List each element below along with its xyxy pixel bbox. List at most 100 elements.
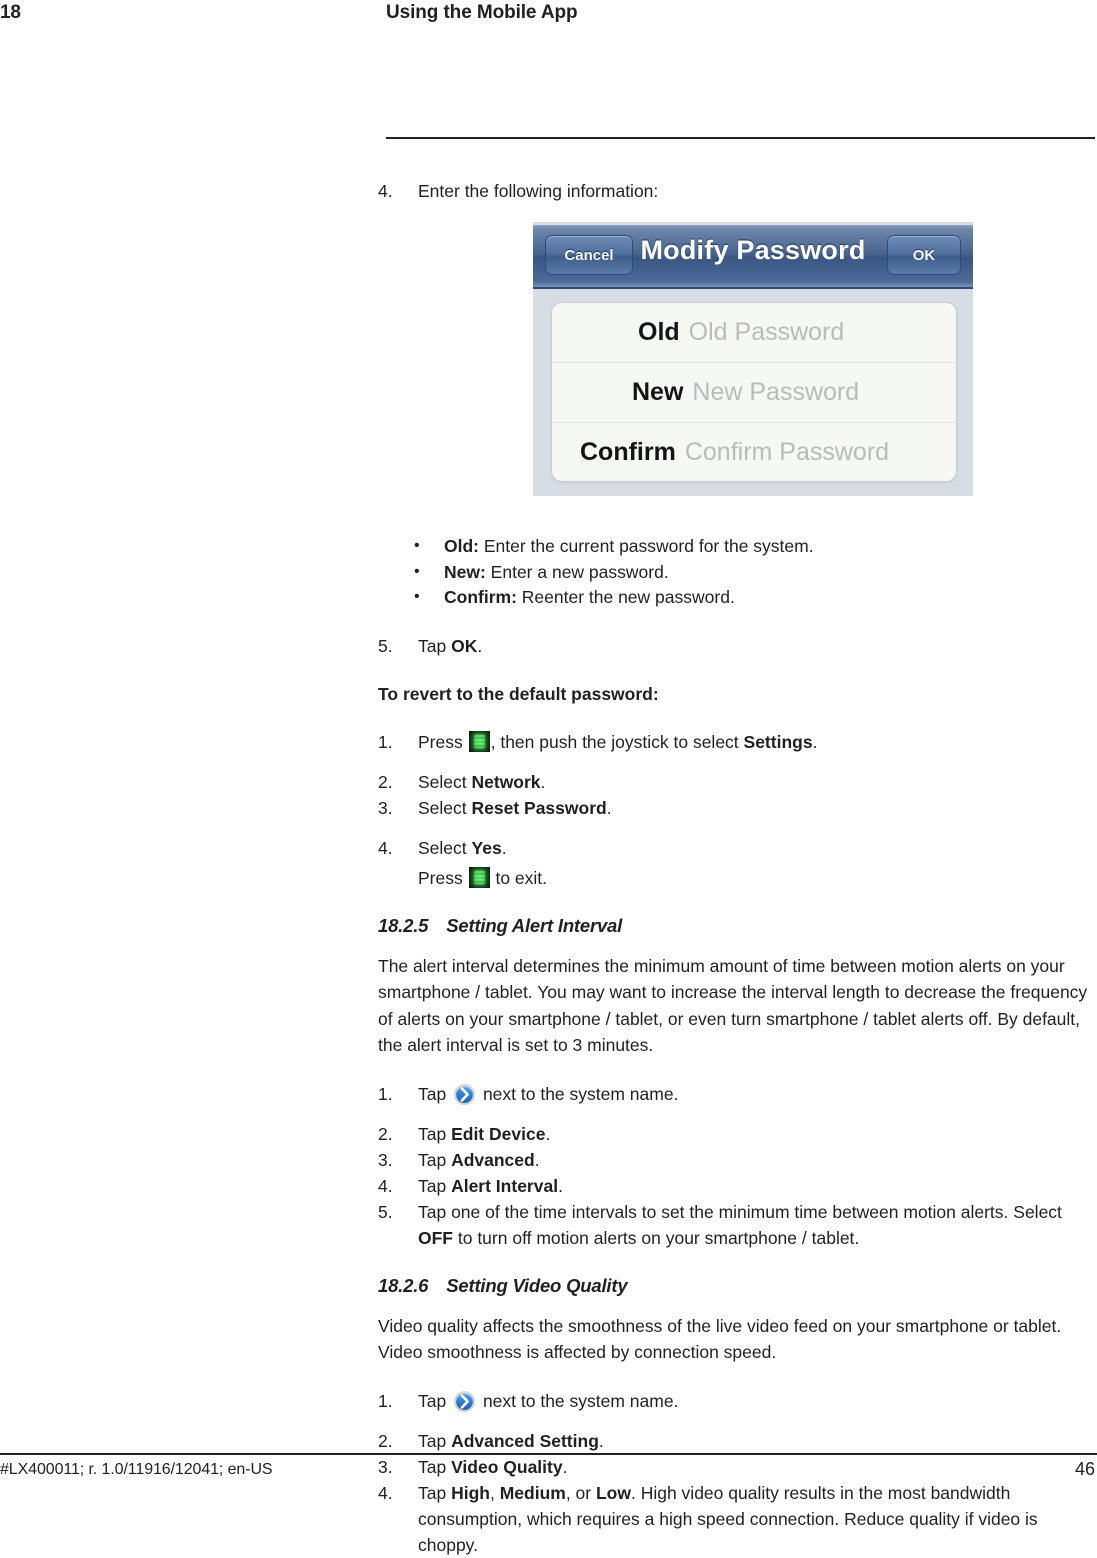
step-text-post: . [534,1149,540,1170]
bullet-term: New: [444,561,486,582]
step-text-pre: Press [418,731,468,752]
header-divider-rule [386,137,1095,139]
step-text-post: to exit. [490,867,548,888]
step-marker: 3. [378,797,393,818]
step-marker: 4. [378,181,393,201]
step-text-pre: Tap [418,635,452,656]
step-text-pre: Select [418,771,472,792]
step-sep: , [489,1482,500,1503]
step-text-post: . [598,1430,604,1451]
chevron-right-icon [454,1083,476,1105]
section-title: Setting Video Quality [446,1274,628,1296]
video-step-tap-video-quality: 3. Tap Video Quality. [378,1454,1095,1480]
step-text: Enter the following information: [418,181,659,201]
step-bold-term: Edit Device [451,1123,546,1144]
footer-divider-rule [0,1453,1097,1455]
step-bold-term: Advanced [451,1149,535,1170]
step-marker: 1. [378,731,393,752]
step-bold-term-low: Low [595,1482,631,1503]
step-text-pre: Tap [418,1083,452,1104]
step-text-post: . [558,1175,563,1196]
section-paragraph-alert-interval: The alert interval determines the minimu… [378,955,1088,1056]
step-marker: 4. [378,1482,393,1503]
step-text-post: to turn off motion alerts on your smartp… [453,1227,860,1248]
keypad-menu-icon [468,730,490,752]
step-text-pre: Tap [418,1123,452,1144]
step-bold-term: OFF [418,1227,453,1248]
step-text-post: . [501,837,507,858]
bullet-icon: • [414,537,420,554]
list-item: • Old: Enter the current password for the… [378,534,1095,560]
step-marker: 2. [378,771,393,792]
footer-document-id: #LX400011; r. 1.0/11916/12041; en-US [0,1461,273,1478]
step-bold-term: Network [471,771,541,792]
step-tap-ok: 5. Tap OK. [378,633,1095,659]
step-text-pre: Tap [418,1390,452,1411]
step-text-pre: Press [418,867,468,888]
step-text-pre: Tap [418,1430,452,1451]
step-text-pre: Tap [418,1149,452,1170]
section-number: 18.2.6 [378,1274,429,1296]
list-item: • New: Enter a new password. [378,560,1095,586]
section-heading-alert-interval: 18.2.5 Setting Alert Interval [378,913,1095,939]
step-sep: , or [565,1482,596,1503]
step-marker: 1. [378,1083,393,1104]
step-text-mid: , then push the joystick to select [490,731,744,752]
step-bold-term: Reset Password [471,797,607,818]
step-bold-term: Yes [471,837,502,858]
bullet-icon: • [414,588,420,605]
step-marker: 5. [378,1201,393,1222]
step-text-pre: Select [418,837,472,858]
step-marker: 2. [378,1123,393,1144]
step-text-post: . [812,731,818,752]
step-marker: 3. [378,1456,393,1477]
page-running-header: 18 Using the Mobile App [0,0,1097,40]
revert-step-press-exit: Press to exit. [378,865,1095,891]
step-marker: 4. [378,837,393,858]
bullet-term: Confirm: [444,587,517,607]
step-text-post: . [562,1456,568,1477]
alert-step-tap-edit-device: 2. Tap Edit Device. [378,1121,1095,1147]
alert-step-tap-chevron: 1. Tap next to the system name. [378,1081,1095,1107]
section-number: 18.2.5 [378,914,429,936]
video-step-tap-advanced-setting: 2. Tap Advanced Setting. [378,1428,1095,1454]
keypad-menu-icon [468,866,490,888]
step-text-pre: Tap [418,1175,452,1196]
step-text-pre: Tap [418,1482,452,1503]
step-text-pre: Tap [418,1456,452,1477]
step-text-post: . [545,1123,551,1144]
video-step-tap-quality-level: 4. Tap High, Medium, or Low. High video q… [378,1480,1095,1558]
step-bold-term-medium: Medium [499,1482,566,1503]
chevron-right-icon [454,1390,476,1412]
step-marker: 5. [378,635,393,656]
figure-spacer [378,204,1095,534]
section-title: Setting Alert Interval [446,914,623,936]
step-text-post: next to the system name. [478,1083,679,1104]
step-marker: 1. [378,1390,393,1411]
bullet-desc: Enter the current password for the syste… [479,536,814,556]
revert-step-select-reset-password: 3. Select Reset Password. [378,795,1095,821]
step-marker: 4. [378,1175,393,1196]
step-marker: 2. [378,1430,393,1451]
revert-step-press-menu: 1. Press , then push the joystick to sele… [378,729,1095,755]
step-bold-term: Video Quality [451,1456,563,1477]
video-step-tap-chevron: 1. Tap next to the system name. [378,1388,1095,1414]
bullet-icon: • [414,562,420,580]
footer-page-number: 46 [1074,1459,1095,1479]
bullet-term: Old: [444,536,479,556]
step-text-post: . [477,635,483,656]
alert-step-tap-alert-interval: 4. Tap Alert Interval. [378,1173,1095,1199]
step-text-post: next to the system name. [478,1390,679,1411]
bullet-desc: Enter a new password. [485,561,669,582]
step-bold-term: Advanced Setting [451,1430,599,1451]
header-chapter-number: 18 [0,2,21,23]
revert-step-select-network: 2. Select Network. [378,769,1095,795]
section-heading-video-quality: 18.2.6 Setting Video Quality [378,1273,1095,1299]
step-text-pre: Select [418,797,472,818]
step-text-post: . [606,797,612,818]
header-chapter-title: Using the Mobile App [386,2,578,23]
step-bold-term: Settings [743,731,813,752]
step-text-post: . [540,771,546,792]
alert-step-tap-advanced: 3. Tap Advanced. [378,1147,1095,1173]
step-bold-term: Alert Interval [451,1175,559,1196]
